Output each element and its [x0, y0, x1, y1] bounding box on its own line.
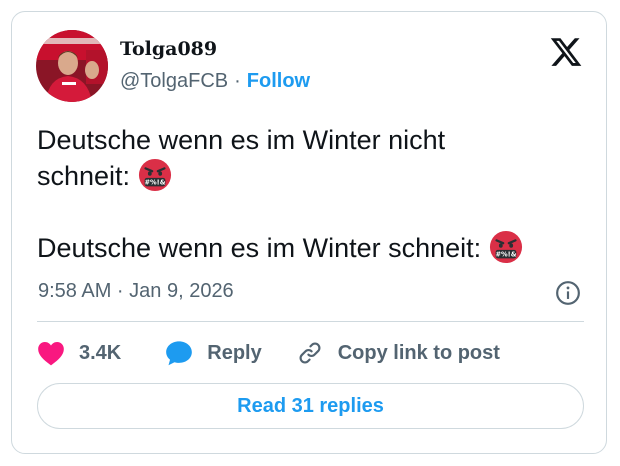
emoji-symbols: #%!& — [144, 179, 165, 187]
emoji-symbols: #%!& — [495, 251, 516, 259]
heart-icon — [38, 342, 64, 366]
copy-link-label: Copy link to post — [337, 341, 500, 364]
copy-link-button[interactable]: Copy link to post — [296, 340, 500, 366]
action-bar: 3.4K Reply Copy link to post — [37, 337, 500, 369]
x-logo-icon[interactable] — [549, 35, 583, 69]
reply-label: Reply — [207, 341, 262, 364]
handle-row: @TolgaFCB · Follow — [120, 70, 310, 93]
like-button[interactable]: 3.4K — [37, 340, 165, 366]
speech-bubble-icon — [166, 341, 193, 366]
like-count: 3.4K — [79, 341, 122, 364]
tweet-line-2: schneit: #%!& — [37, 158, 592, 194]
timestamp[interactable]: 9:58 AM · Jan 9, 2026 — [38, 280, 234, 303]
link-icon — [299, 342, 321, 364]
user-handle[interactable]: @TolgaFCB — [120, 70, 228, 93]
divider — [37, 321, 584, 322]
tweet-card: Tolga089 @TolgaFCB · Follow Deutsche wen… — [11, 11, 607, 454]
info-icon[interactable] — [555, 280, 581, 306]
tweet-text: Deutsche wenn es im Winter nicht schneit… — [37, 122, 592, 266]
read-replies-button[interactable]: Read 31 replies — [37, 383, 584, 429]
tweet-line-1: Deutsche wenn es im Winter nicht — [37, 125, 446, 155]
face-with-symbols-on-mouth-emoji: #%!& — [138, 158, 171, 192]
tweet-line-3: Deutsche wenn es im Winter schneit: #%!& — [37, 230, 592, 266]
avatar[interactable] — [36, 30, 108, 102]
tweet-line-3-text: Deutsche wenn es im Winter schneit: — [37, 233, 482, 263]
face-with-symbols-on-mouth-emoji: #%!& — [489, 230, 522, 264]
separator-dot: · — [234, 70, 241, 92]
reply-button[interactable]: Reply — [165, 340, 262, 366]
follow-link[interactable]: Follow — [247, 70, 310, 93]
tweet-line-2-text: schneit: — [37, 161, 131, 191]
display-name[interactable]: Tolga089 — [120, 38, 217, 60]
